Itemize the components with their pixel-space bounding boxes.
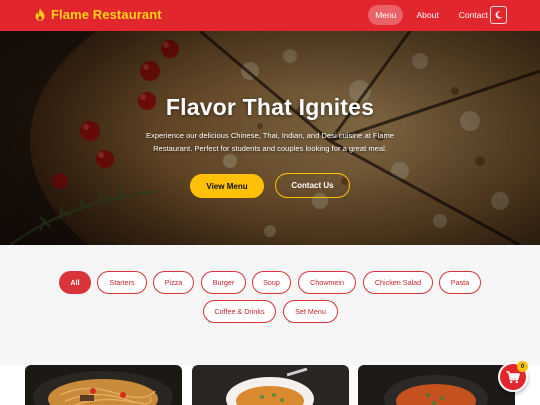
contact-us-button[interactable]: Contact Us <box>275 173 350 198</box>
filter-starters[interactable]: Starters <box>97 271 147 294</box>
menu-filter-bar: All Starters Pizza Burger Soup Chowmein … <box>0 245 540 365</box>
filter-pasta[interactable]: Pasta <box>439 271 481 294</box>
filter-burger[interactable]: Burger <box>201 271 246 294</box>
soup-image <box>192 365 349 405</box>
cart-icon <box>506 370 520 383</box>
menu-card-image-soup[interactable] <box>192 365 349 405</box>
nav-about[interactable]: About <box>409 5 445 25</box>
moon-icon <box>495 11 502 19</box>
site-header: Flame Restaurant Menu About Contact <box>0 0 540 31</box>
filter-set-menu[interactable]: Set Menu <box>283 300 338 323</box>
cart-count-badge: 0 <box>517 361 528 372</box>
view-menu-button[interactable]: View Menu <box>190 174 264 198</box>
hero-section: Flavor That Ignites Experience our delic… <box>0 31 540 245</box>
hero-title: Flavor That Ignites <box>165 94 375 120</box>
filter-pizza[interactable]: Pizza <box>153 271 194 294</box>
curry-image <box>358 365 515 405</box>
filter-soup[interactable]: Soup <box>252 271 291 294</box>
brand[interactable]: Flame Restaurant <box>34 7 162 22</box>
filter-all[interactable]: All <box>59 271 91 294</box>
noodles-image <box>25 365 182 405</box>
brand-name: Flame Restaurant <box>51 7 162 22</box>
menu-card-image-noodles[interactable] <box>25 365 182 405</box>
filter-chowmein[interactable]: Chowmein <box>298 271 356 294</box>
flame-icon <box>35 8 45 21</box>
hero-content: Flavor That Ignites Experience our delic… <box>0 31 540 245</box>
menu-card-image-curry[interactable] <box>358 365 515 405</box>
main-nav: Menu About Contact <box>368 5 495 25</box>
filter-coffee-drinks[interactable]: Coffee & Drinks <box>203 300 276 323</box>
menu-grid <box>0 365 540 405</box>
nav-contact[interactable]: Contact <box>452 5 495 25</box>
filter-chicken-salad[interactable]: Chicken Salad <box>363 271 433 294</box>
nav-menu[interactable]: Menu <box>368 5 404 25</box>
theme-toggle-button[interactable] <box>490 6 507 24</box>
hero-subtitle: Experience our delicious Chinese, Thai, … <box>145 131 395 153</box>
